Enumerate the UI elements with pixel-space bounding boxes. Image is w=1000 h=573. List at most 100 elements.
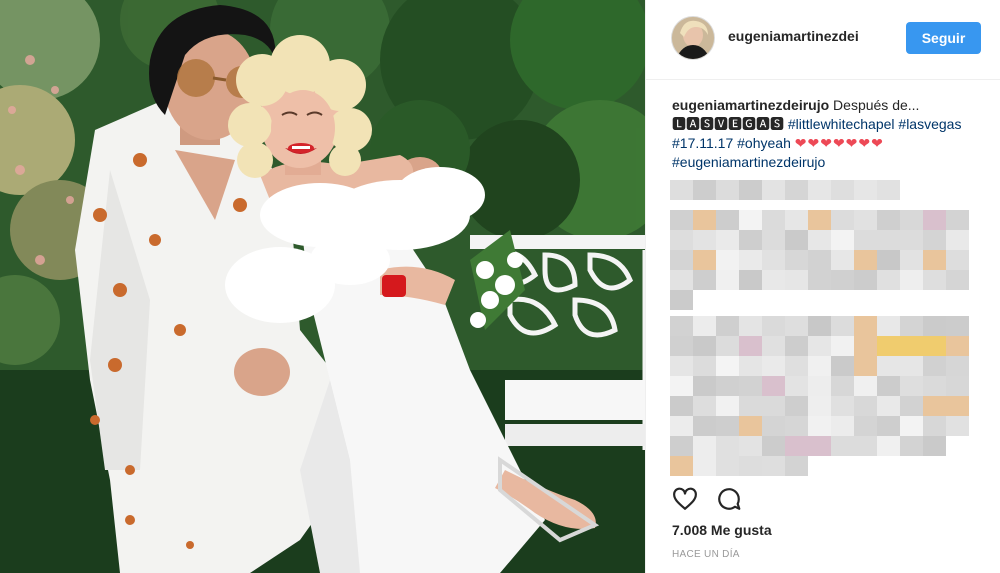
hashtag-ohyeah[interactable]: #ohyeah [737, 135, 791, 151]
pixel-block [785, 456, 808, 476]
pixel-block [762, 180, 785, 200]
pixel-block [831, 436, 854, 456]
pixel-block [716, 436, 739, 456]
pixel-block [762, 376, 785, 396]
hashtag-littlewhitechapel[interactable]: #littlewhitechapel [788, 116, 895, 132]
pixel-block [923, 436, 946, 456]
pixel-block [716, 316, 739, 336]
pixel-block [831, 270, 854, 290]
pixel-block [946, 336, 969, 356]
pixel-block [739, 336, 762, 356]
pixel-block [670, 356, 693, 376]
pixel-block [877, 230, 900, 250]
header-username[interactable]: eugeniamartinezdei [728, 28, 888, 44]
pixel-block [785, 180, 808, 200]
pixel-block [946, 396, 969, 416]
pixel-block [923, 356, 946, 376]
pixel-block [693, 436, 716, 456]
pixel-block [808, 250, 831, 270]
pixel-block [716, 456, 739, 476]
pixel-block [946, 230, 969, 250]
pixel-block [923, 230, 946, 250]
pixel-block [785, 316, 808, 336]
pixel-block [716, 356, 739, 376]
pixel-block [946, 416, 969, 436]
pixel-block [739, 250, 762, 270]
pixel-block [877, 336, 900, 356]
pixel-block [946, 270, 969, 290]
pixel-block [693, 356, 716, 376]
hashtag-date[interactable]: #17.11.17 [672, 135, 733, 151]
pixel-block [716, 376, 739, 396]
pixel-block [808, 396, 831, 416]
pixel-block [785, 250, 808, 270]
pixel-block [670, 210, 693, 230]
pixel-block [739, 210, 762, 230]
pixel-block [716, 230, 739, 250]
avatar[interactable] [672, 17, 714, 59]
pixel-block [785, 416, 808, 436]
pixel-block [785, 356, 808, 376]
pixel-block [900, 270, 923, 290]
pixel-block [693, 270, 716, 290]
heart-outline-icon[interactable] [672, 486, 698, 512]
pixel-block [923, 250, 946, 270]
pixel-block [946, 316, 969, 336]
pixel-block [900, 396, 923, 416]
pixel-block [739, 416, 762, 436]
pixel-block [762, 250, 785, 270]
pixel-block [716, 396, 739, 416]
post-photo[interactable] [0, 0, 645, 573]
pixel-block [785, 336, 808, 356]
pixel-block [831, 396, 854, 416]
pixel-block [670, 250, 693, 270]
pixel-block [808, 376, 831, 396]
pixel-block [854, 416, 877, 436]
pixel-block [670, 416, 693, 436]
like-count[interactable]: 7.008 Me gusta [672, 522, 772, 538]
hashtag-lasvegas[interactable]: #lasvegas [898, 116, 961, 132]
pixel-block [785, 436, 808, 456]
pixel-block [877, 356, 900, 376]
pixel-block [693, 396, 716, 416]
pixel-block [854, 376, 877, 396]
pixel-block [762, 396, 785, 416]
pixel-block [854, 316, 877, 336]
heart-emojis: ❤❤❤❤❤❤❤ [794, 135, 884, 151]
pixel-block [946, 210, 969, 230]
pixel-block [808, 316, 831, 336]
hashtag-eugeniamartinezdeirujo[interactable]: #eugeniamartinezdeirujo [672, 154, 825, 170]
pixel-block [831, 210, 854, 230]
pixel-block [716, 180, 739, 200]
pixel-block [739, 396, 762, 416]
pixel-block [831, 180, 854, 200]
pixel-block [854, 230, 877, 250]
caption-glyphs: 🅻🅰🆂🆅🅴🅶🅰🆂 [672, 116, 784, 132]
photo-illustration [0, 0, 645, 573]
pixel-block [900, 376, 923, 396]
pixel-block [923, 336, 946, 356]
pixel-block [762, 456, 785, 476]
pixel-block [946, 250, 969, 270]
pixel-block [877, 416, 900, 436]
post-caption: eugeniamartinezdeirujo Después de... 🅻🅰🆂… [672, 96, 977, 172]
post-header: eugeniamartinezdei Seguir [646, 0, 1000, 80]
pixel-block [831, 416, 854, 436]
pixel-block [693, 230, 716, 250]
pixel-block [670, 270, 693, 290]
pixel-block [762, 230, 785, 250]
pixel-block [762, 316, 785, 336]
pixel-block [808, 180, 831, 200]
caption-username[interactable]: eugeniamartinezdeirujo [672, 97, 829, 113]
comment-bubble-icon[interactable] [716, 486, 742, 512]
pixel-block [877, 316, 900, 336]
pixel-block [693, 416, 716, 436]
post-timestamp[interactable]: HACE UN DÍA [672, 549, 740, 560]
pixel-block [670, 180, 693, 200]
pixel-block [923, 416, 946, 436]
pixel-block [831, 316, 854, 336]
pixel-block [739, 376, 762, 396]
follow-button[interactable]: Seguir [906, 22, 981, 54]
pixel-block [739, 180, 762, 200]
pixel-block [831, 376, 854, 396]
